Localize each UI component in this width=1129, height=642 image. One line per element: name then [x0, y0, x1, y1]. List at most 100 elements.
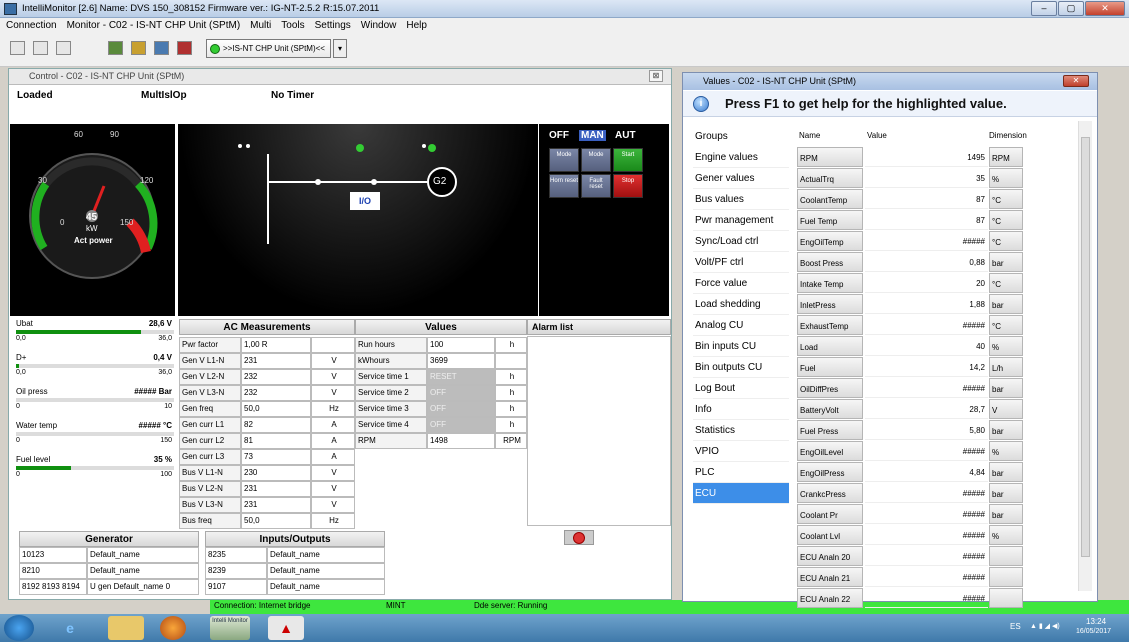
group-item[interactable]: Volt/PF ctrl	[693, 252, 789, 273]
internet-explorer-icon[interactable]: e	[52, 616, 88, 640]
value-row[interactable]: CrankcPress ##### bar	[797, 483, 1025, 504]
group-item[interactable]: Engine values	[693, 147, 789, 168]
ac-row-name: Bus freq	[179, 513, 241, 529]
app-titlebar: IntelliMonitor [2.6] Name: DVS 150_30815…	[0, 0, 1129, 18]
menu-window[interactable]: Window	[361, 20, 397, 31]
save-icon[interactable]	[33, 41, 48, 55]
value-row[interactable]: Intake Temp 20 °C	[797, 273, 1025, 294]
ac-row-name: Pwr factor	[179, 337, 241, 353]
value-row[interactable]: Coolant Pr ##### bar	[797, 504, 1025, 525]
alarm-list[interactable]	[527, 336, 671, 526]
values-window-close-button[interactable]: ✕	[1063, 75, 1089, 87]
menu-monitor[interactable]: Monitor - C02 - IS-NT CHP Unit (SPtM)	[67, 20, 241, 31]
horn-reset-button[interactable]: Horn reset	[549, 174, 579, 198]
stop-button[interactable]: Stop	[613, 174, 643, 198]
clock-date[interactable]: 16/05/2017	[1076, 628, 1111, 635]
value-row[interactable]: Load 40%	[797, 336, 1025, 357]
value-row[interactable]: EngOilTemp ##### °C	[797, 231, 1025, 252]
menu-connection[interactable]: Connection	[6, 20, 57, 31]
language-indicator[interactable]: ES	[1010, 622, 1021, 631]
settings-icon[interactable]	[154, 41, 169, 55]
ac-row-name: Gen curr L2	[179, 433, 241, 449]
group-item[interactable]: ECU	[693, 483, 789, 504]
close-button[interactable]: ✕	[1085, 1, 1125, 16]
group-item[interactable]: Bin outputs CU	[693, 357, 789, 378]
menu-help[interactable]: Help	[406, 20, 427, 31]
value-row[interactable]: OilDiffPres ##### bar	[797, 378, 1025, 399]
unit-selector[interactable]: >>IS-NT CHP Unit (SPtM)<<	[206, 39, 331, 58]
control-window-titlebar: Control - C02 - IS-NT CHP Unit (SPtM) ⊠	[9, 69, 671, 85]
control-window-close-button[interactable]: ⊠	[649, 70, 663, 82]
group-item[interactable]: Info	[693, 399, 789, 420]
group-item[interactable]: Load shedding	[693, 294, 789, 315]
value-row[interactable]: ExhaustTemp ##### °C	[797, 315, 1025, 336]
mode-off[interactable]: OFF	[549, 130, 569, 141]
io-row-name: Default_name	[267, 547, 385, 563]
group-item[interactable]: Log Bout	[693, 378, 789, 399]
group-item[interactable]: Analog CU	[693, 315, 789, 336]
open-icon[interactable]	[10, 41, 25, 55]
menu-settings[interactable]: Settings	[315, 20, 351, 31]
values-row-value: 3699	[427, 353, 495, 369]
value-row[interactable]: ECU Analn 20 #####	[797, 546, 1025, 567]
chart-icon[interactable]	[108, 41, 123, 55]
values-scrollbar[interactable]	[1078, 121, 1092, 591]
group-item[interactable]: VPIO	[693, 441, 789, 462]
value-row[interactable]: EngOilPress 4,84 bar	[797, 462, 1025, 483]
connect-icon[interactable]	[56, 41, 71, 55]
value-row[interactable]: Fuel 14,2 L/h	[797, 357, 1025, 378]
start-button[interactable]: Start	[613, 148, 643, 172]
value-row-dimension: °C	[989, 273, 1023, 293]
pdf-reader-icon[interactable]: ▲	[268, 616, 304, 640]
minimize-button[interactable]: –	[1031, 1, 1057, 16]
io-button[interactable]: I/O	[350, 192, 380, 210]
ac-row-unit: A	[311, 417, 355, 433]
value-row[interactable]: Fuel Press 5,80 bar	[797, 420, 1025, 441]
value-row[interactable]: Boost Press 0,88 bar	[797, 252, 1025, 273]
file-explorer-icon[interactable]	[108, 616, 144, 640]
mode-aut[interactable]: AUT	[615, 130, 636, 141]
value-row[interactable]: InletPress 1,88 bar	[797, 294, 1025, 315]
mode-left-button[interactable]: Mode	[549, 148, 579, 172]
value-row[interactable]: ActualTrq 35%	[797, 168, 1025, 189]
values-scrollbar-thumb[interactable]	[1081, 137, 1090, 557]
value-row[interactable]: ECU Analn 21 #####	[797, 567, 1025, 588]
value-row[interactable]: Coolant Lvl #####%	[797, 525, 1025, 546]
help-text: Press F1 to get help for the highlighted…	[725, 96, 1007, 111]
menu-tools[interactable]: Tools	[281, 20, 304, 31]
fault-reset-button[interactable]: Fault reset	[581, 174, 611, 198]
group-item[interactable]: Sync/Load ctrl	[693, 231, 789, 252]
value-row-name: EngOilPress	[797, 462, 863, 482]
value-row[interactable]: RPM 1495 RPM	[797, 147, 1025, 168]
mode-right-button[interactable]: Mode	[581, 148, 611, 172]
mode-man[interactable]: MAN	[579, 130, 606, 141]
ac-row-name: Gen V L3-N	[179, 385, 241, 401]
group-item[interactable]: Bin inputs CU	[693, 336, 789, 357]
value-row-name: Load	[797, 336, 863, 356]
group-item[interactable]: Pwr management	[693, 210, 789, 231]
alarm-ack-button[interactable]	[564, 530, 594, 545]
analog-value: ##### Bar	[134, 387, 172, 396]
value-row[interactable]: BatteryVolt 28,7 V	[797, 399, 1025, 420]
start-button-windows-icon[interactable]	[4, 615, 34, 641]
group-item[interactable]: PLC	[693, 462, 789, 483]
group-item[interactable]: Force value	[693, 273, 789, 294]
intellimonitor-taskbar-button[interactable]: Intelli Monitor	[210, 616, 250, 640]
values-row-value: OFF	[427, 385, 495, 401]
analog-bar	[16, 432, 174, 436]
clock-time[interactable]: 13:24	[1086, 617, 1106, 626]
menu-multi[interactable]: Multi	[250, 20, 271, 31]
value-row[interactable]: EngOilLevel #####%	[797, 441, 1025, 462]
history-icon[interactable]	[131, 41, 146, 55]
value-row[interactable]: ECU Analn 22 #####	[797, 588, 1025, 609]
value-row[interactable]: Fuel Temp 87 °C	[797, 210, 1025, 231]
group-item[interactable]: Gener values	[693, 168, 789, 189]
firefox-icon[interactable]	[160, 616, 186, 640]
alarm-icon[interactable]	[177, 41, 192, 55]
value-row[interactable]: CoolantTemp 87 °C	[797, 189, 1025, 210]
tray-icons[interactable]: ▲ ▮ ◢ ◀)	[1030, 622, 1060, 632]
group-item[interactable]: Bus values	[693, 189, 789, 210]
group-item[interactable]: Statistics	[693, 420, 789, 441]
maximize-button[interactable]: ▢	[1058, 1, 1084, 16]
unit-dropdown-button[interactable]: ▾	[333, 39, 347, 58]
